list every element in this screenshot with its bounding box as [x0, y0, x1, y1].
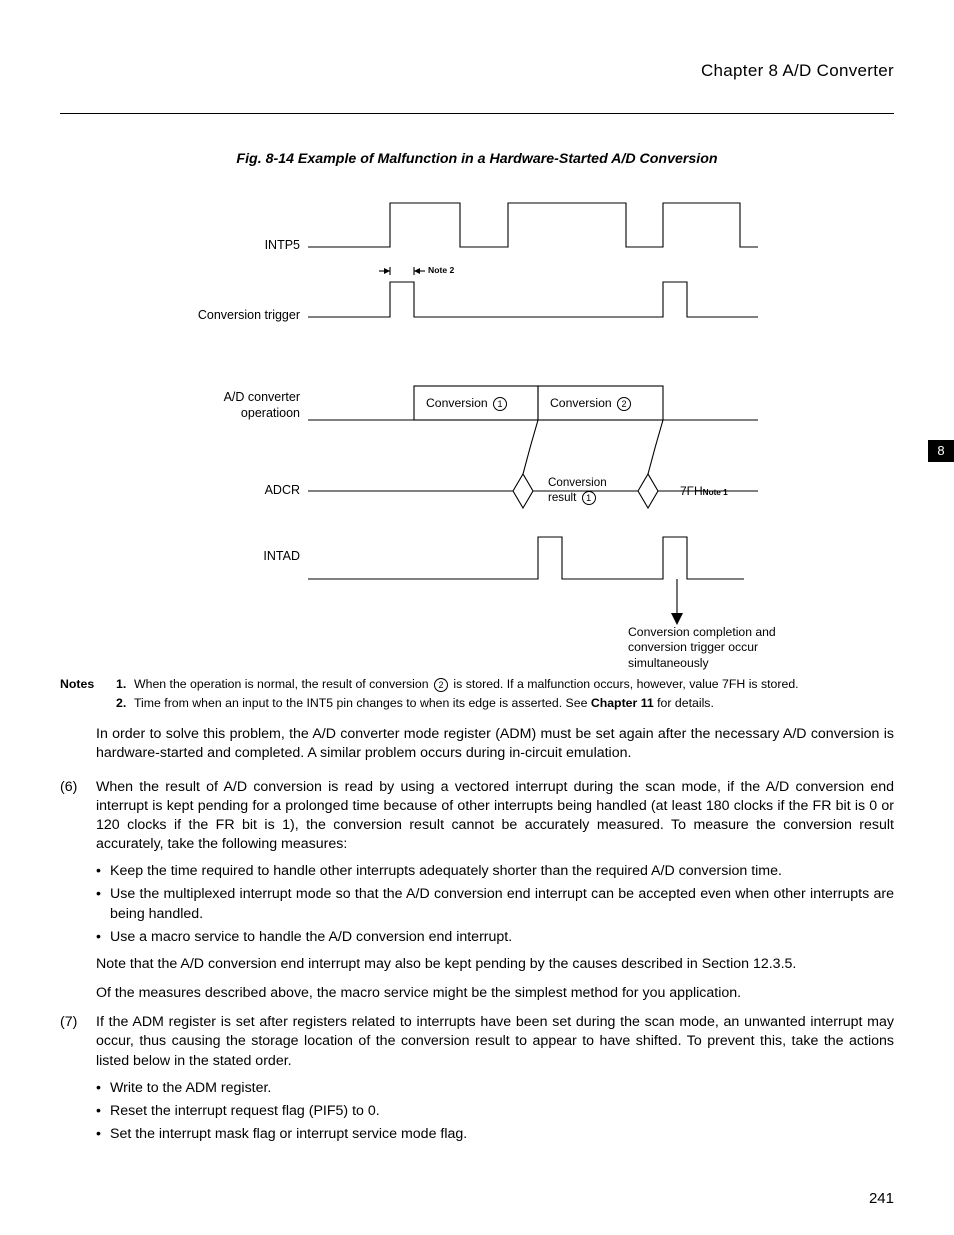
label-ad-op-l1: A/D converter — [224, 390, 300, 404]
notes-label: Notes — [60, 675, 116, 694]
item-6-bullet-1: Keep the time required to handle other i… — [96, 862, 894, 881]
figure-title: Fig. 8-14 Example of Malfunction in a Ha… — [60, 150, 894, 169]
circled-1-a: 1 — [493, 397, 507, 411]
item-7-bullets: Write to the ADM register. Reset the int… — [96, 1079, 894, 1145]
label-ad-op: A/D converter operatioon — [150, 390, 300, 421]
adcr-7fh-val: 7FH — [680, 484, 703, 498]
circled-2-a: 2 — [617, 397, 631, 411]
item-6: (6) When the result of A/D conversion is… — [60, 778, 894, 855]
circled-2-b: 2 — [434, 678, 448, 692]
note2-bold: Chapter 11 — [591, 696, 654, 710]
label-conv-trigger: Conversion trigger — [150, 308, 300, 324]
label-intad: INTAD — [150, 549, 300, 565]
note2-text-b: for details. — [654, 696, 714, 710]
note1-sup: Note 1 — [703, 488, 728, 497]
page-number: 241 — [869, 1189, 894, 1209]
header-rule — [60, 113, 894, 114]
item-7-text: If the ADM register is set after registe… — [96, 1013, 894, 1071]
item-6-bullet-3: Use a macro service to handle the A/D co… — [96, 928, 894, 947]
diagram-footer-l1: Conversion completion and — [628, 625, 776, 639]
op-conv1-text: Conversion — [426, 396, 488, 410]
diagram-footer-l3: simultaneously — [628, 656, 709, 670]
adcr-conv-result: Conversion result 1 — [548, 476, 607, 505]
item-6-bullet-2: Use the multiplexed interrupt mode so th… — [96, 885, 894, 923]
circled-1-b: 1 — [582, 491, 596, 505]
note2-num: 2. — [116, 694, 134, 713]
item-7-bullet-1: Write to the ADM register. — [96, 1079, 894, 1098]
item-6-after1: Note that the A/D conversion end interru… — [96, 955, 894, 974]
item-6-marker: (6) — [60, 778, 96, 855]
label-adcr: ADCR — [150, 483, 300, 499]
note1-text-a: When the operation is normal, the result… — [134, 677, 432, 691]
adcr-7fh: 7FHNote 1 — [680, 484, 728, 499]
item-7: (7) If the ADM register is set after reg… — [60, 1013, 894, 1071]
item-6-bullets: Keep the time required to handle other i… — [96, 862, 894, 947]
op-conv2: Conversion 2 — [550, 396, 633, 411]
timing-diagram: INTP5 Conversion trigger A/D converter o… — [60, 187, 894, 657]
op-conv2-text: Conversion — [550, 396, 612, 410]
adcr-conv-result-l1: Conversion — [548, 476, 607, 489]
adcr-conv-result-l2: result — [548, 491, 576, 504]
note2-mark: Note 2 — [428, 265, 454, 276]
chapter-header: Chapter 8 A/D Converter — [60, 60, 894, 91]
diagram-footer-note: Conversion completion and conversion tri… — [628, 625, 838, 671]
note1-num: 1. — [116, 675, 134, 694]
para-intro: In order to solve this problem, the A/D … — [96, 725, 894, 763]
note1-text-b: is stored. If a malfunction occurs, howe… — [450, 677, 799, 691]
note2-text-a: Time from when an input to the INT5 pin … — [134, 696, 591, 710]
item-7-bullet-2: Reset the interrupt request flag (PIF5) … — [96, 1102, 894, 1121]
item-7-bullet-3: Set the interrupt mask flag or interrupt… — [96, 1125, 894, 1144]
notes-block: Notes 1. When the operation is normal, t… — [60, 675, 894, 713]
op-conv1: Conversion 1 — [426, 396, 509, 411]
note2-text: Time from when an input to the INT5 pin … — [134, 694, 894, 713]
item-6-after2: Of the measures described above, the mac… — [96, 984, 894, 1003]
note1-text: When the operation is normal, the result… — [134, 675, 894, 694]
label-intp5: INTP5 — [150, 238, 300, 254]
item-7-marker: (7) — [60, 1013, 96, 1071]
diagram-footer-l2: conversion trigger occur — [628, 640, 758, 654]
label-ad-op-l2: operatioon — [241, 406, 300, 420]
item-6-text: When the result of A/D conversion is rea… — [96, 778, 894, 855]
